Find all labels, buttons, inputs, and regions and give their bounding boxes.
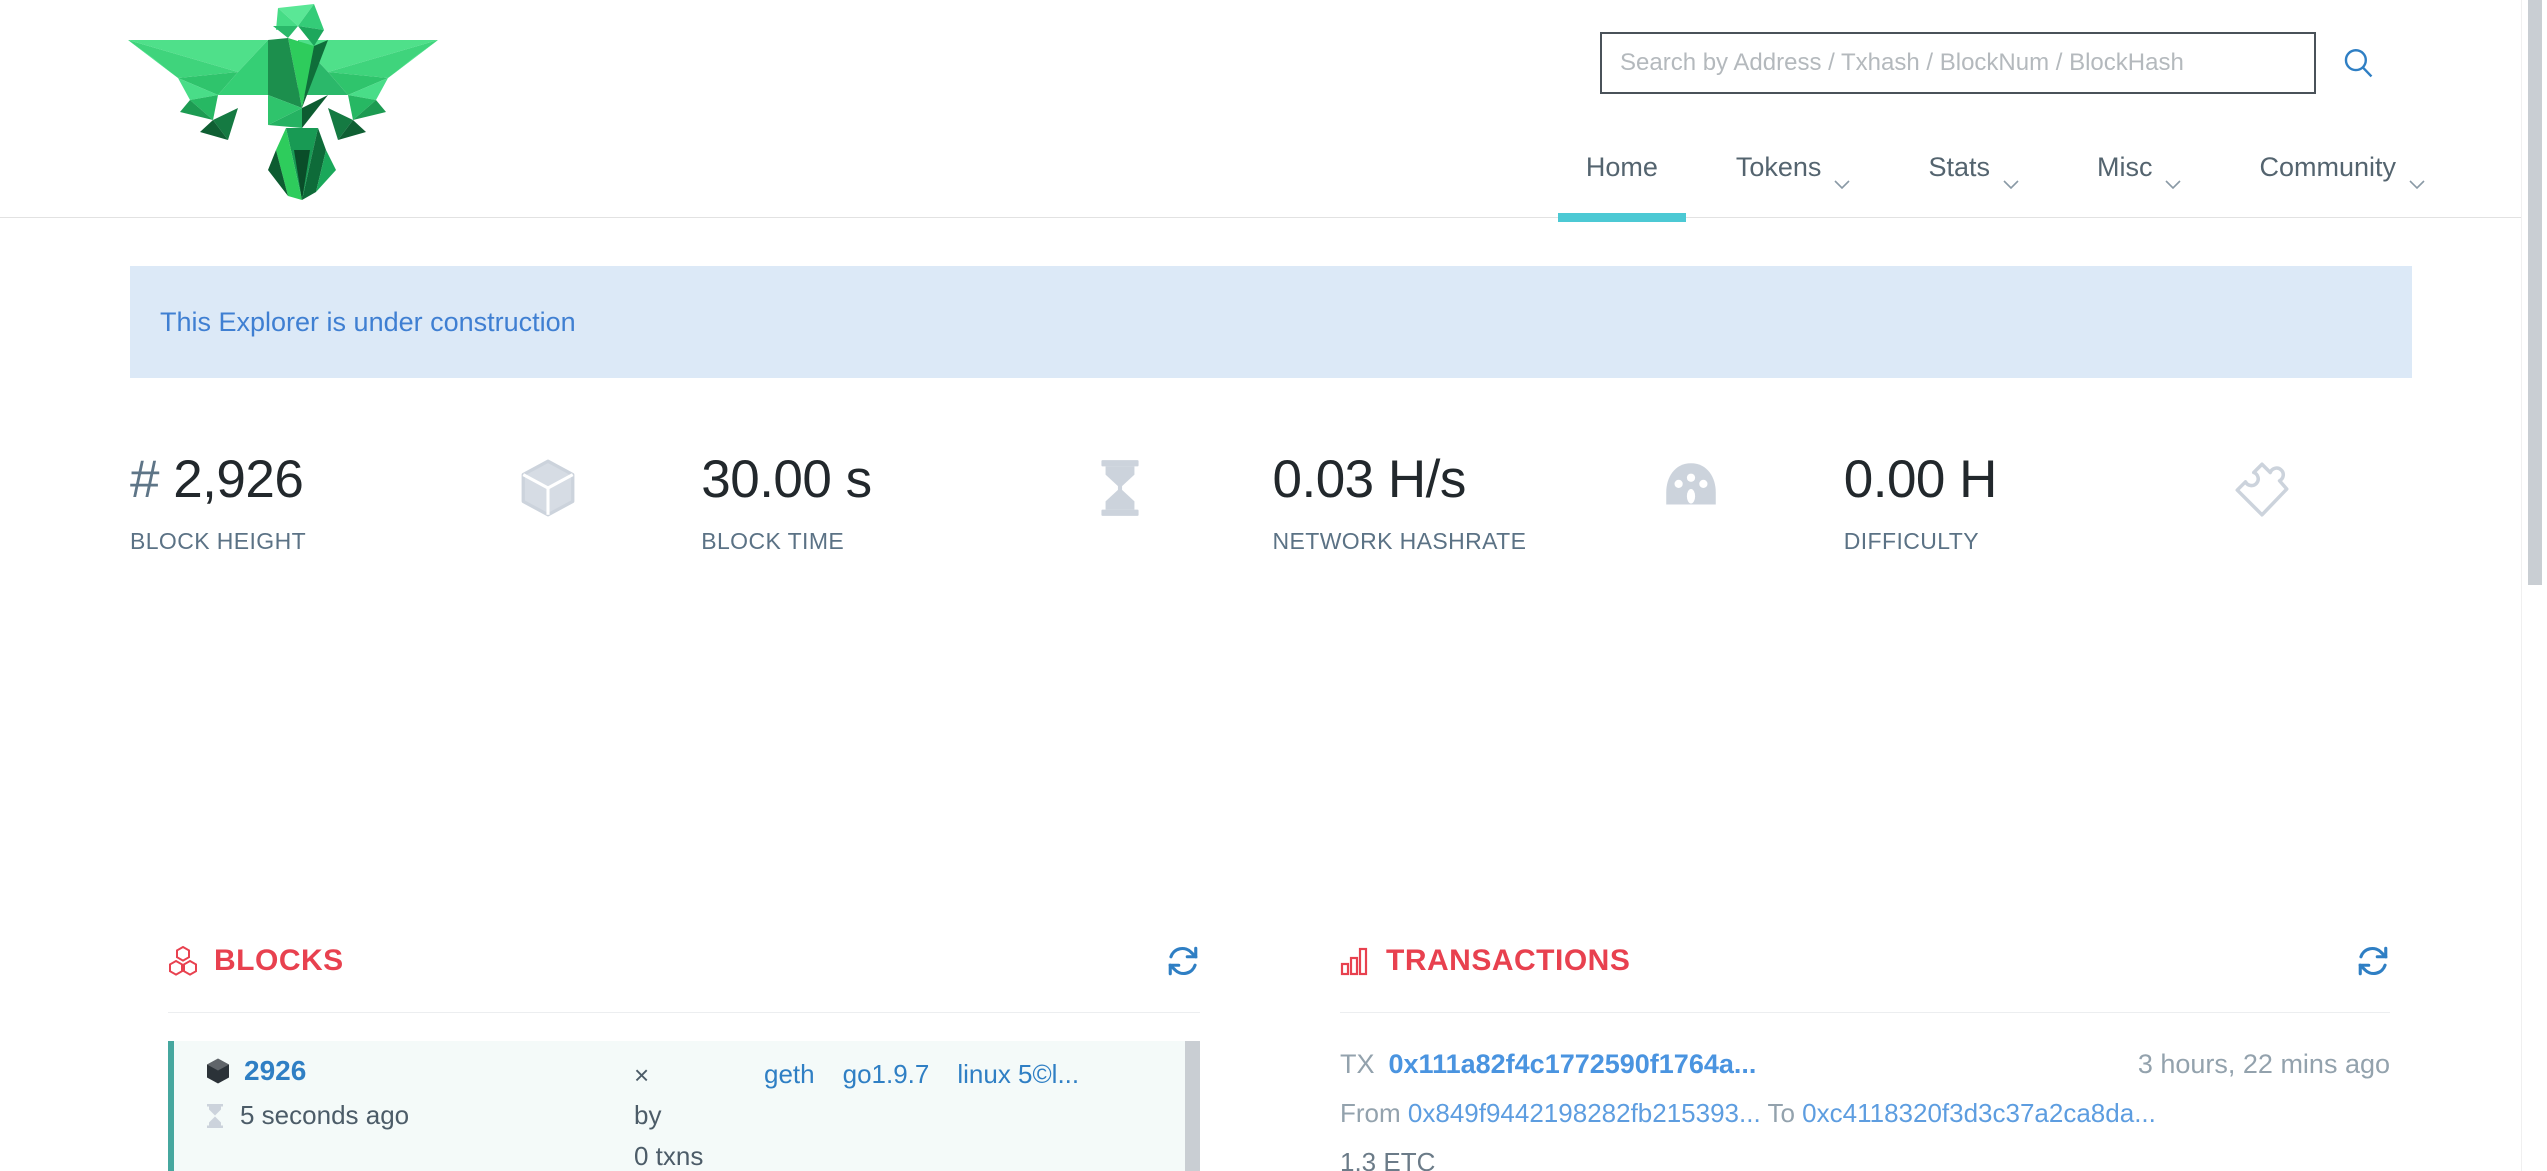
stat-network-hashrate-label: NETWORK HASHRATE [1272,528,1527,554]
nav-item-community[interactable]: Community [2259,152,2425,217]
refresh-icon [2358,946,2388,975]
nav-label-community: Community [2259,152,2396,182]
nav-item-home[interactable]: Home [1557,152,1686,222]
search-button[interactable] [2338,43,2378,83]
block-version: go1.9.7 [842,1059,930,1089]
nav-item-tokens[interactable]: Tokens [1736,152,1851,217]
block-client: geth [764,1059,815,1089]
transactions-panel-title-text: TRANSACTIONS [1386,943,1631,977]
block-age: 5 seconds ago [204,1100,634,1131]
stat-block-time: 30.00 s BLOCK TIME [701,453,1272,583]
stat-network-hashrate-value: 0.03 H/s [1272,450,1467,509]
blocks-refresh-button[interactable] [1166,944,1200,978]
chevron-down-icon [2003,165,2019,190]
block-miner-info: × by 0 txns [634,1055,764,1171]
nav-label-misc: Misc [2096,152,2153,182]
transactions-panel-header: TRANSACTIONS [1340,943,2390,1013]
search-icon [2344,49,2373,78]
block-txns: 0 txns [634,1140,704,1171]
nav-label-home: Home [1585,152,1658,182]
cubes-icon [168,945,198,976]
block-age-text: 5 seconds ago [240,1100,410,1130]
transactions-panel: TRANSACTIONS TX 0x111a82f4c1772590f1764a… [1340,943,2390,1171]
hash-symbol: # [130,450,174,509]
chevron-down-icon [2165,165,2182,190]
stat-block-height-label: BLOCK HEIGHT [130,528,307,554]
bar-chart-icon [1340,946,1370,976]
chevron-down-icon [2409,165,2425,190]
stat-difficulty: 0.00 H DIFFICULTY [1844,453,2415,583]
transactions-panel-title: TRANSACTIONS [1340,944,1630,978]
blocks-panel-title: BLOCKS [168,944,344,978]
stat-block-height: # 2,926 BLOCK HEIGHT [130,453,701,583]
stat-block-time-value: 30.00 s [701,450,872,509]
block-row[interactable]: 2926 5 seconds ago × by 0 txns geth go1.… [168,1041,1200,1171]
cube-icon [204,1057,232,1085]
block-number[interactable]: 2926 [204,1055,634,1087]
transactions-list: TX 0x111a82f4c1772590f1764a... 3 hours, … [1340,1043,2390,1171]
block-client-meta: geth go1.9.7 linux 5©l... [764,1055,1079,1090]
blocks-list[interactable]: 2926 5 seconds ago × by 0 txns geth go1.… [168,1041,1200,1171]
nav-item-misc[interactable]: Misc [2097,152,2182,217]
nav-item-stats[interactable]: Stats [1928,152,2019,217]
transaction-hash-line: TX 0x111a82f4c1772590f1764a... 3 hours, … [1340,1049,2390,1080]
blocks-list-scrollbar-thumb[interactable] [1185,1041,1200,1171]
construction-banner-text: This Explorer is under construction [160,306,576,337]
block-number-text: 2926 [244,1055,307,1086]
blocks-panel-header: BLOCKS [168,943,1200,1013]
block-platform: linux 5©l... [957,1059,1080,1089]
transactions-refresh-button[interactable] [2356,944,2390,978]
stat-difficulty-label: DIFFICULTY [1843,528,1979,554]
cube-icon [515,455,581,521]
stat-block-height-value: # 2,926 [130,453,701,506]
page-scrollbar[interactable] [2521,0,2547,1171]
site-header: Home Tokens Stats Misc Community [0,0,2547,222]
transaction-addresses: From 0x849f9442198282fb215393... To 0xc4… [1340,1098,2390,1129]
to-label: To [1767,1098,1795,1128]
search-input[interactable] [1600,32,2316,94]
tx-prefix-label: TX [1340,1049,1375,1079]
nav-label-tokens: Tokens [1735,152,1822,182]
to-address-link[interactable]: 0xc4118320f3d3c37a2ca8da... [1802,1098,2156,1128]
puzzle-icon [2229,455,2295,521]
from-address-link[interactable]: 0x849f9442198282fb215393... [1408,1098,1761,1128]
stat-block-time-label: BLOCK TIME [701,528,845,554]
page-scrollbar-thumb[interactable] [2528,0,2542,585]
stats-row: # 2,926 BLOCK HEIGHT 30.00 s BLOCK TIME [130,453,2415,583]
blocks-list-scrollbar[interactable] [1185,1041,1200,1171]
stat-value-text: 2,926 [173,450,304,509]
refresh-icon [1168,946,1198,975]
transaction-value: 1.3 ETC [1340,1147,1436,1171]
blocks-panel: BLOCKS 2926 5 seconds ago × by 0 txns ge… [168,943,1200,1171]
hourglass-icon [204,1103,226,1129]
hourglass-icon [1087,455,1153,521]
stat-network-hashrate: 0.03 H/s NETWORK HASHRATE [1273,453,1844,583]
speedometer-icon [1658,455,1724,521]
search-area [1600,32,2378,94]
transaction-hash-link[interactable]: 0x111a82f4c1772590f1764a... [1389,1049,1757,1080]
block-by: by [634,1100,662,1131]
transaction-time: 3 hours, 22 mins ago [2137,1049,2390,1079]
block-left: 2926 5 seconds ago [204,1055,634,1131]
blocks-panel-title-text: BLOCKS [214,943,344,977]
site-logo[interactable] [118,0,448,200]
stat-difficulty-value: 0.00 H [1843,450,1998,509]
from-label: From [1340,1098,1401,1128]
transaction-row[interactable]: TX 0x111a82f4c1772590f1764a... 3 hours, … [1340,1043,2390,1171]
main-nav: Home Tokens Stats Misc Community [1557,105,2425,222]
chevron-down-icon [1834,165,1851,190]
nav-label-stats: Stats [1928,152,1990,182]
construction-banner: This Explorer is under construction [130,266,2412,378]
block-miner: × [634,1060,650,1090]
